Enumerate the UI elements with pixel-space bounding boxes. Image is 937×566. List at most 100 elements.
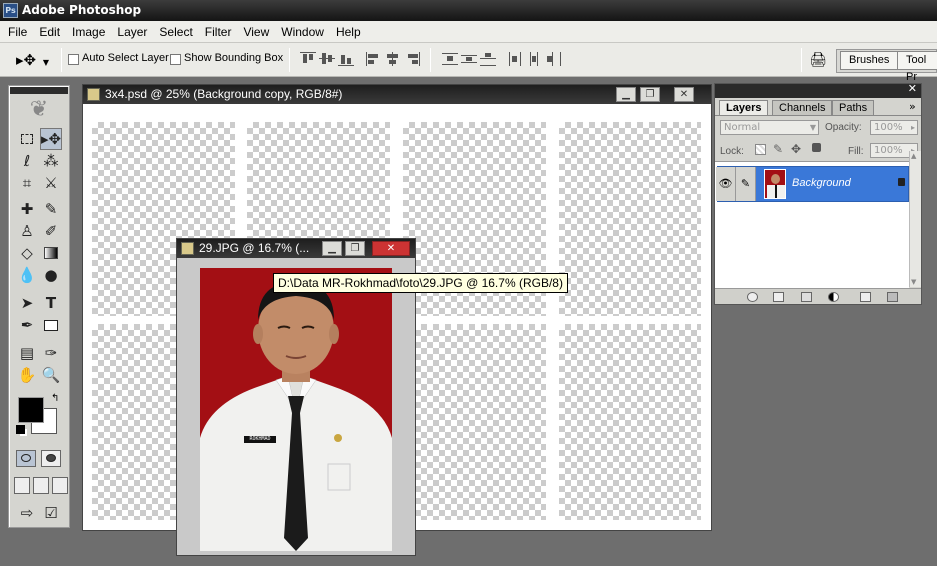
align-right-icon[interactable] xyxy=(404,52,420,66)
panel-close-icon[interactable]: ✕ xyxy=(908,82,917,95)
gradient-tool-icon[interactable] xyxy=(40,242,62,264)
lock-position-icon[interactable]: ✥ xyxy=(791,142,801,156)
swap-colors-icon[interactable]: ↰ xyxy=(51,393,59,404)
restore-button[interactable]: ❐ xyxy=(345,241,365,256)
eraser-tool-icon[interactable]: ◇ xyxy=(16,242,38,264)
tab-paths[interactable]: Paths xyxy=(832,100,875,116)
file-browser-icon[interactable]: 🖨 xyxy=(808,51,828,69)
scroll-down-icon[interactable]: ▼ xyxy=(911,278,916,286)
adjustment-layer-icon[interactable] xyxy=(828,292,839,302)
distribute-vertical-center-icon[interactable] xyxy=(461,52,477,66)
distribute-bottom-icon[interactable] xyxy=(480,52,496,66)
transparent-cell xyxy=(559,122,701,316)
dodge-tool-icon[interactable]: ● xyxy=(40,264,62,286)
default-colors-icon[interactable] xyxy=(16,425,25,434)
distribute-left-icon[interactable] xyxy=(508,52,524,66)
scroll-up-icon[interactable]: ▲ xyxy=(911,152,916,160)
rectangle-tool-icon[interactable] xyxy=(40,314,62,336)
lock-all-icon[interactable] xyxy=(812,143,821,152)
menu-image[interactable]: Image xyxy=(66,25,111,39)
notes-tool-icon[interactable]: ▤ xyxy=(16,342,38,364)
photoshop-feather-logo[interactable]: ❦ xyxy=(21,98,57,122)
lasso-tool-icon[interactable]: ℓ xyxy=(16,150,38,172)
layer-row-background[interactable]: 👁 ✎ Background xyxy=(716,166,909,202)
distribute-horizontal-center-icon[interactable] xyxy=(527,52,543,66)
hand-tool-icon[interactable]: ✋ xyxy=(16,364,38,386)
layer-style-icon[interactable] xyxy=(747,292,758,302)
lock-pixels-icon[interactable]: ✎ xyxy=(773,142,783,156)
align-vertical-center-icon[interactable] xyxy=(319,52,335,66)
menu-file[interactable]: File xyxy=(2,25,33,39)
marquee-tool-icon[interactable] xyxy=(16,128,38,150)
standard-screen-mode-button[interactable] xyxy=(14,477,30,494)
app-title: Adobe Photoshop xyxy=(22,3,142,17)
move-tool-icon[interactable]: ▸✥ xyxy=(40,128,62,150)
new-group-icon[interactable] xyxy=(801,292,812,302)
menu-select[interactable]: Select xyxy=(153,25,198,39)
brush-link-icon[interactable]: ✎ xyxy=(736,167,756,201)
magic-wand-tool-icon[interactable]: ⁂ xyxy=(40,150,62,172)
eye-visibility-icon[interactable]: 👁 xyxy=(716,167,736,201)
menu-edit[interactable]: Edit xyxy=(33,25,66,39)
blend-mode-dropdown[interactable]: Normal ▼ xyxy=(720,120,819,135)
align-bottom-icon[interactable] xyxy=(338,52,354,66)
eyedropper-tool-icon[interactable]: ✑ xyxy=(40,342,62,364)
auto-select-layer-checkbox[interactable] xyxy=(68,54,79,65)
window-titlebar: Adobe Photoshop xyxy=(0,0,937,21)
toolbox-titlebar[interactable] xyxy=(10,87,68,94)
lock-transparency-icon[interactable] xyxy=(755,144,766,155)
tab-channels[interactable]: Channels xyxy=(772,100,833,116)
photoshop-app-icon: Ps xyxy=(3,3,18,18)
align-horizontal-center-icon[interactable] xyxy=(385,52,401,66)
palette-tab-tool-presets[interactable]: Tool Pr xyxy=(897,51,937,83)
tool-preset-picker[interactable]: ▸✥ ▼ xyxy=(16,51,56,69)
minimize-button[interactable]: ▁ xyxy=(616,87,636,102)
restore-button[interactable]: ❐ xyxy=(640,87,660,102)
menu-layer[interactable]: Layer xyxy=(111,25,153,39)
opacity-field[interactable]: 100% ▸ xyxy=(870,120,918,135)
pen-tool-icon[interactable]: ✒ xyxy=(16,314,38,336)
portrait-photo[interactable]: ROKHMAD xyxy=(200,268,392,551)
close-button[interactable]: ✕ xyxy=(674,87,694,102)
fill-label: Fill: xyxy=(848,146,864,157)
path-selection-tool-icon[interactable]: ➤ xyxy=(16,292,38,314)
align-left-icon[interactable] xyxy=(366,52,382,66)
minimize-button[interactable]: ▁ xyxy=(322,241,342,256)
palette-tab-brushes[interactable]: Brushes xyxy=(840,51,899,70)
align-top-icon[interactable] xyxy=(300,52,316,66)
quick-mask-mode-button[interactable] xyxy=(41,450,61,467)
close-button[interactable]: ✕ xyxy=(372,241,410,256)
brush-tool-icon[interactable]: ✎ xyxy=(40,198,62,220)
foreground-color-swatch[interactable] xyxy=(18,397,44,423)
layers-panel-footer xyxy=(715,288,921,304)
trash-icon[interactable] xyxy=(887,292,898,302)
standard-mode-button[interactable] xyxy=(16,450,36,467)
portrait-figure xyxy=(200,282,392,551)
panel-titlebar[interactable]: ✕ xyxy=(715,82,921,98)
distribute-right-icon[interactable] xyxy=(546,52,562,66)
menu-window[interactable]: Window xyxy=(275,25,330,39)
menu-view[interactable]: View xyxy=(237,25,275,39)
zoom-tool-icon[interactable]: 🔍 xyxy=(40,364,62,386)
layers-scrollbar[interactable]: ▲ ▼ xyxy=(909,151,921,287)
jump-to-imageready-icon[interactable]: ⇨ xyxy=(16,502,38,524)
blur-tool-icon[interactable]: 💧 xyxy=(16,264,38,286)
menu-help[interactable]: Help xyxy=(330,25,367,39)
show-bounding-box-checkbox[interactable] xyxy=(170,54,181,65)
type-tool-icon[interactable]: T xyxy=(40,292,62,314)
distribute-top-icon[interactable] xyxy=(442,52,458,66)
panel-menu-icon[interactable]: » xyxy=(909,100,916,113)
tab-layers[interactable]: Layers xyxy=(719,100,769,116)
full-screen-menu-mode-button[interactable] xyxy=(33,477,49,494)
slice-tool-icon[interactable]: ⚔ xyxy=(40,172,62,194)
divider xyxy=(289,48,290,72)
menu-filter[interactable]: Filter xyxy=(199,25,238,39)
edit-in-imageready-icon[interactable]: ☑ xyxy=(40,502,62,524)
healing-brush-tool-icon[interactable]: ✚ xyxy=(16,198,38,220)
full-screen-mode-button[interactable] xyxy=(52,477,68,494)
layer-mask-icon[interactable] xyxy=(773,292,784,302)
history-brush-tool-icon[interactable]: ✐ xyxy=(40,220,62,242)
clone-stamp-tool-icon[interactable]: ♙ xyxy=(16,220,38,242)
crop-tool-icon[interactable]: ⌗ xyxy=(16,172,38,194)
new-layer-icon[interactable] xyxy=(860,292,871,302)
